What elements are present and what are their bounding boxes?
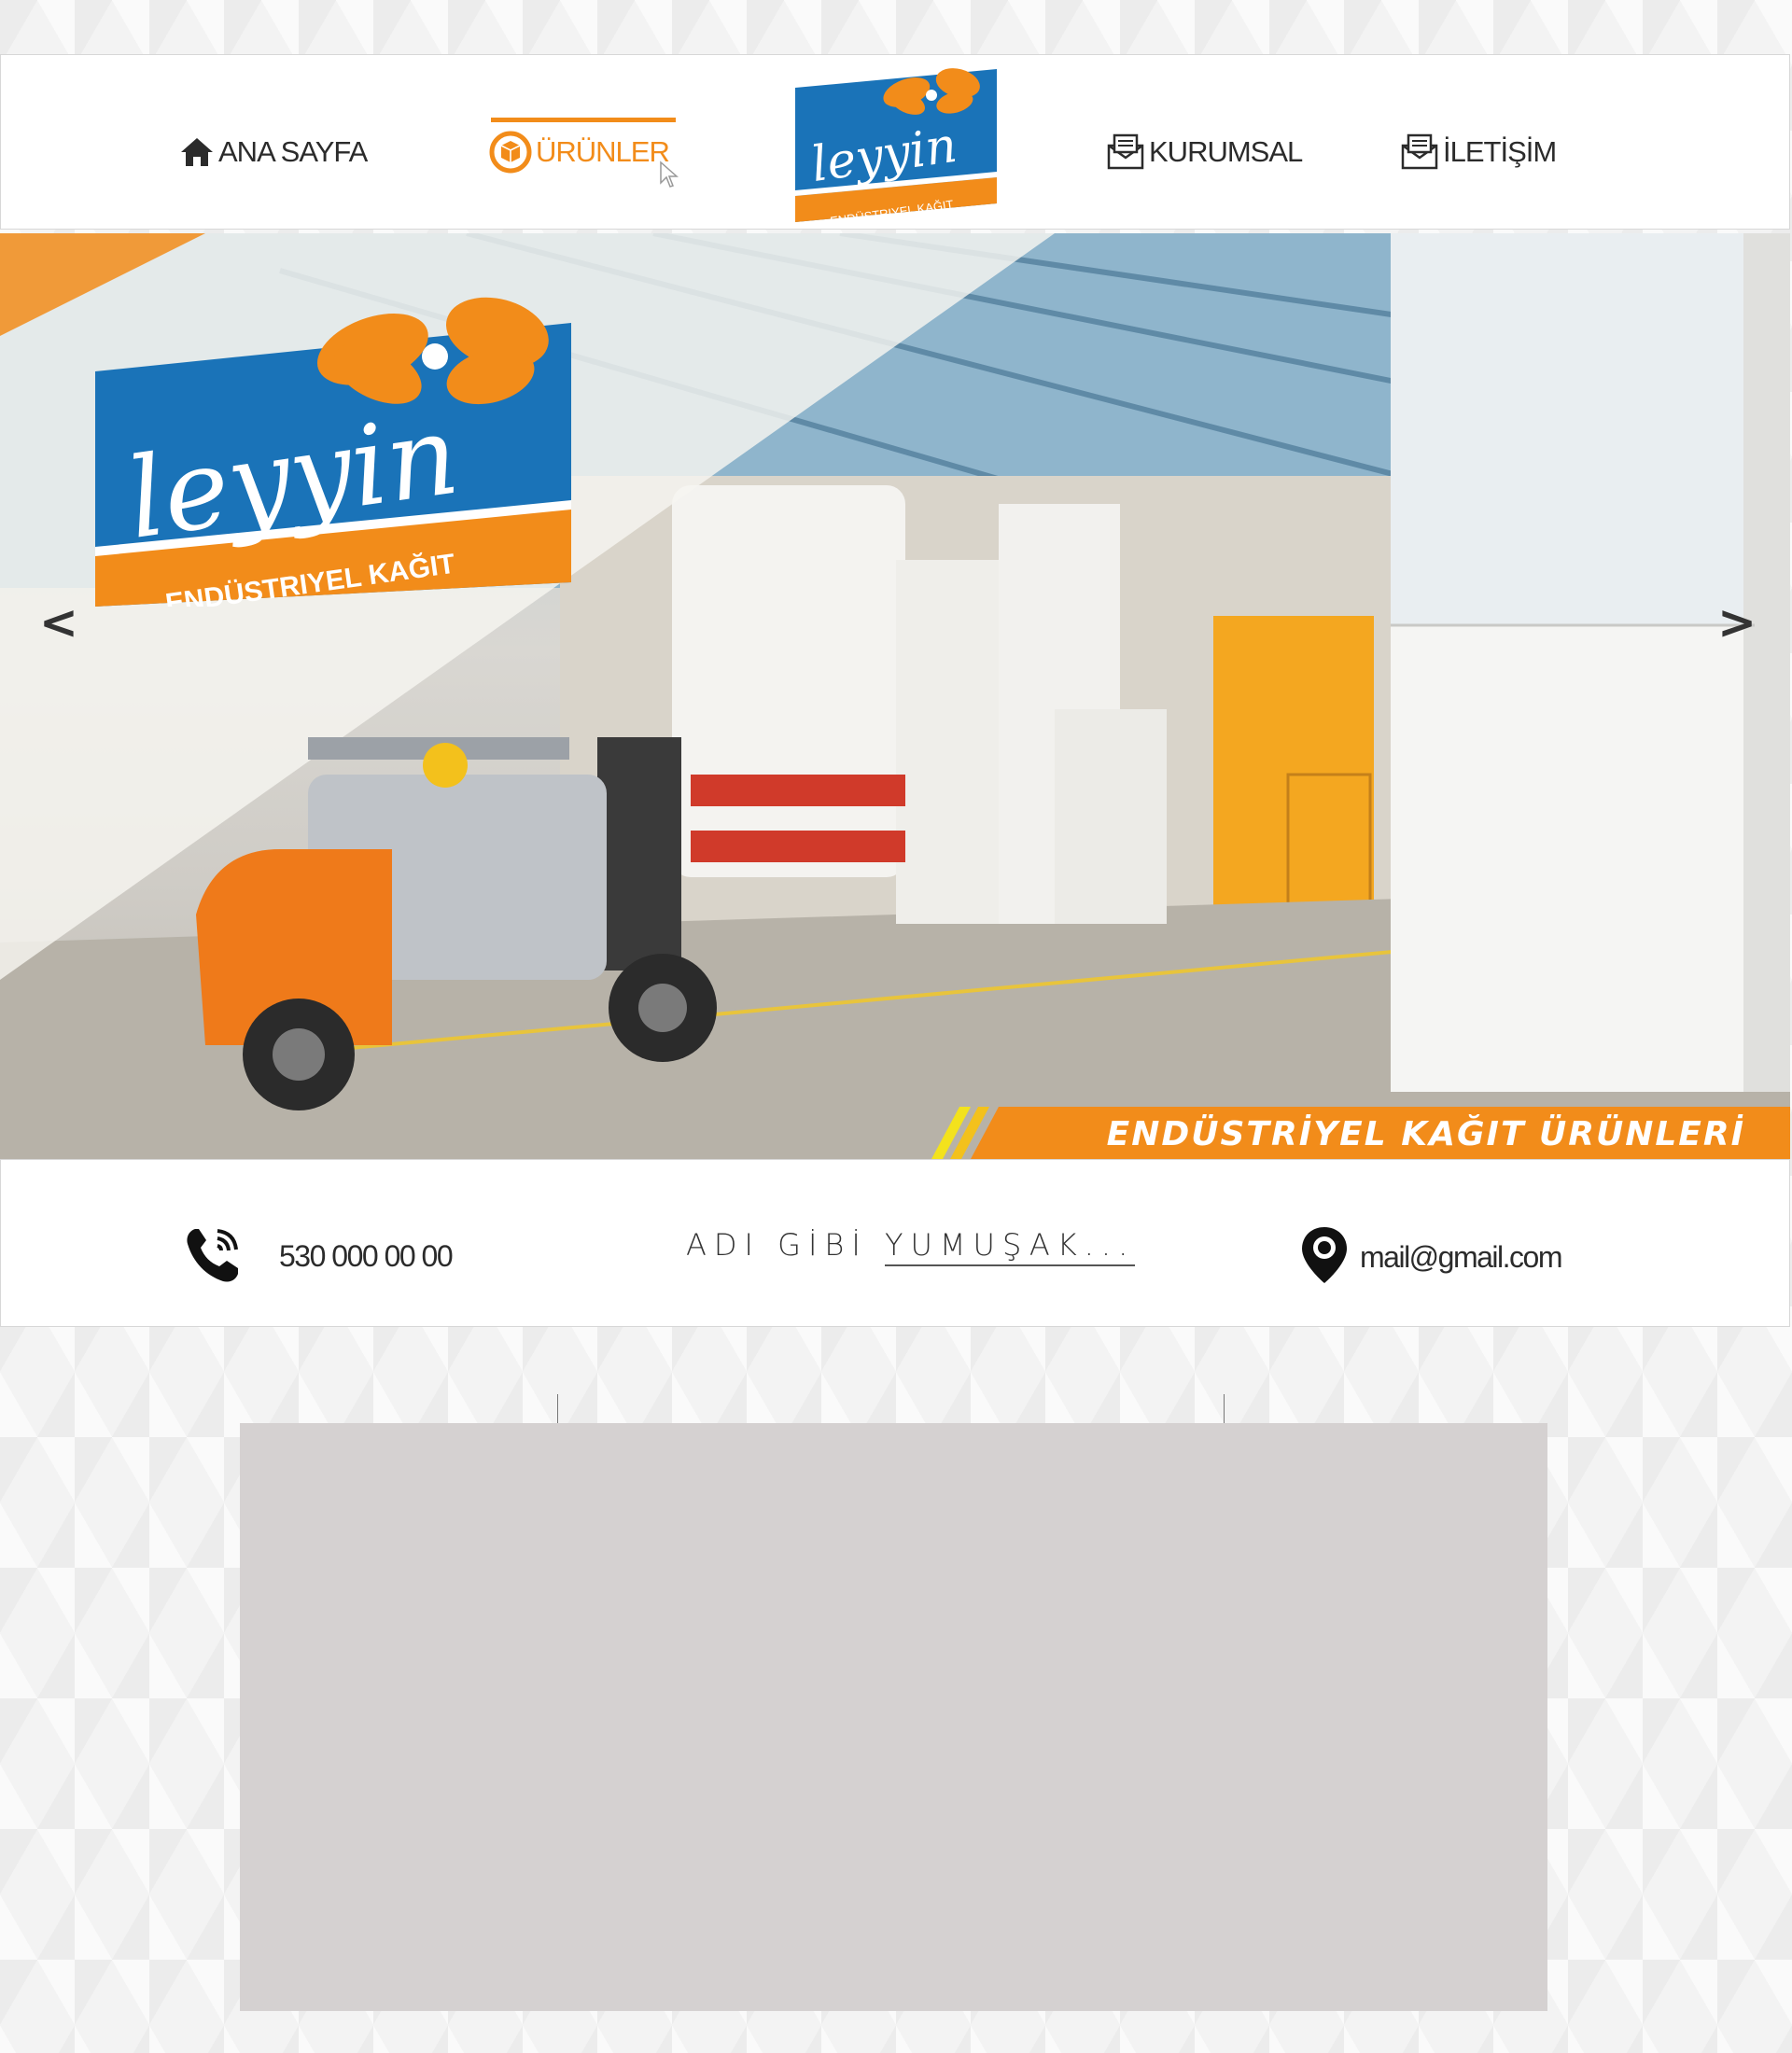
info-bar: 530 000 00 00 ADI GİBİ YUMUŞAK... mail@g…	[0, 1159, 1790, 1327]
slider-next-button[interactable]: >	[1717, 595, 1757, 649]
email-address: mail@gmail.com	[1360, 1240, 1562, 1274]
nav-products[interactable]: ÜRÜNLER	[489, 118, 676, 175]
nav-corporate-label: KURUMSAL	[1149, 135, 1303, 168]
tagline: ADI GİBİ YUMUŞAK...	[686, 1227, 1136, 1266]
nav-home[interactable]: ANA SAYFA	[179, 129, 368, 175]
nav-contact[interactable]: İLETİŞİM	[1400, 129, 1557, 175]
hero-banner-text: ENDÜSTRİYEL KAĞIT ÜRÜNLERİ	[1106, 1115, 1745, 1153]
tagline-part2: YUMUŞAK...	[884, 1227, 1136, 1266]
email-contact[interactable]: mail@gmail.com	[1298, 1223, 1562, 1292]
content-placeholder	[240, 1423, 1547, 2011]
header-logo[interactable]: leyyin ENDÜSTRIYEL KAĞIT	[791, 58, 1001, 229]
nav-products-label: ÜRÜNLER	[536, 135, 670, 168]
hero-banner: ENDÜSTRİYEL KAĞIT ÜRÜNLERİ	[930, 1107, 1790, 1159]
mouse-cursor-icon	[659, 161, 679, 193]
document-icon	[1106, 133, 1145, 172]
nav-active-indicator	[491, 118, 676, 122]
phone-number: 530 000 00 00	[279, 1239, 454, 1273]
tagline-part1: ADI GİBİ	[686, 1227, 885, 1263]
location-pin-icon	[1298, 1223, 1351, 1292]
phone-icon	[182, 1223, 244, 1290]
nav-contact-label: İLETİŞİM	[1443, 135, 1557, 168]
hero-logo: leyyin ENDÜSTRIYEL KAĞIT	[90, 274, 579, 620]
home-icon	[179, 136, 215, 168]
phone-contact[interactable]: 530 000 00 00	[182, 1223, 454, 1290]
nav-corporate[interactable]: KURUMSAL	[1106, 129, 1303, 175]
hero-slider: leyyin ENDÜSTRIYEL KAĞIT < > ENDÜSTRİYEL…	[0, 233, 1790, 1159]
slider-prev-button[interactable]: <	[39, 595, 78, 649]
box-icon	[489, 131, 532, 174]
document-icon	[1400, 133, 1439, 172]
nav-home-label: ANA SAYFA	[218, 135, 368, 168]
